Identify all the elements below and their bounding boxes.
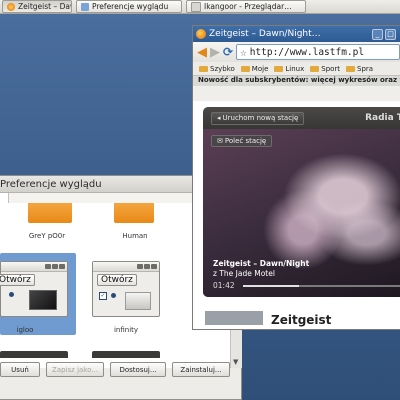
bookmark-item[interactable]: Spra — [346, 65, 373, 73]
recommend-station-button[interactable]: ✉ Poleć stację — [211, 135, 273, 147]
install-button[interactable]: Zainstaluj... — [172, 362, 230, 377]
theme-preview-igloo: Otwórz — [0, 261, 68, 317]
bookmark-item[interactable]: Linux — [274, 65, 304, 73]
forward-arrow-icon[interactable]: ▶ — [210, 45, 220, 60]
tab-stub[interactable] — [0, 193, 9, 203]
page-content: ◂ Uruchom nową stację Radia T ✉ Poleć st… — [193, 101, 400, 329]
browser-window: Zeitgeist – Dawn/Night… _ □ ◀ ▶ ⟳ ☆ http… — [192, 25, 400, 330]
track-artist: z The Jade Motel — [213, 269, 275, 278]
progress-fill — [243, 285, 299, 287]
page-heading: Zeitgeist — [271, 313, 332, 327]
bookmarks-bar: Szybko Moje Linux Sport Spra — [193, 62, 400, 76]
notice-banner[interactable]: Nowość dla subskrybentów: więcej wykresó… — [193, 76, 400, 86]
task-label: Zeitgeist – Dawn/Nig… — [18, 2, 71, 11]
back-arrow-icon[interactable]: ◀ — [197, 45, 207, 60]
folder-icon — [310, 65, 320, 72]
preview-open-button: Otwórz — [0, 274, 35, 286]
maximize-icon[interactable]: □ — [385, 28, 396, 40]
preview-open-button: Otwórz — [97, 274, 137, 286]
theme-preview-human[interactable] — [114, 203, 154, 223]
folder-icon — [199, 65, 208, 72]
radio-player: ◂ Uruchom nową stację Radia T ✉ Poleć st… — [203, 107, 400, 297]
theme-preview-next[interactable] — [92, 351, 160, 358]
theme-preview-infinity: Otwórz ✓ — [92, 261, 160, 317]
firefox-icon — [7, 2, 15, 11]
track-progress[interactable] — [243, 285, 400, 287]
theme-preview-greypoor[interactable] — [28, 203, 72, 223]
save-as-button[interactable]: Zapisz jako... — [46, 362, 104, 377]
back-icon: ◂ — [217, 114, 221, 122]
window-title: Preferencje wyglądu — [0, 178, 102, 190]
window-controls: _ □ — [372, 28, 400, 40]
bookmark-item[interactable]: Moje — [240, 65, 268, 73]
new-station-button[interactable]: ◂ Uruchom nową stację — [211, 111, 305, 125]
bookmark-star-icon[interactable]: ☆ — [240, 46, 247, 59]
browser-titlebar[interactable]: Zeitgeist – Dawn/Night… _ □ — [193, 26, 400, 42]
theme-name: igloo — [16, 326, 34, 334]
player-header: ◂ Uruchom nową stację Radia T — [203, 107, 400, 129]
track-info: Zeitgeist – Dawn/Night z The Jade Motel — [213, 259, 309, 279]
folder-icon — [240, 65, 250, 72]
bookmark-item[interactable]: Sport — [310, 65, 340, 73]
remove-button[interactable]: Usuń — [0, 362, 40, 377]
browser-icon — [191, 1, 201, 12]
track-time: 01:42 — [213, 281, 235, 290]
theme-name: GreY pO0r — [28, 232, 66, 240]
track-title: Zeitgeist – Dawn/Night — [213, 259, 310, 268]
task-browser[interactable]: Ikangoor - Przeglądar… — [186, 0, 306, 13]
thumbnail-image[interactable] — [205, 311, 263, 325]
url-bar[interactable]: ☆ http://www.lastfm.pl — [236, 44, 400, 60]
browser-title: Zeitgeist – Dawn/Night… — [209, 29, 321, 39]
taskbar: Zeitgeist – Dawn/Nig… Preferencje wygląd… — [0, 0, 400, 14]
reload-icon[interactable]: ⟳ — [223, 45, 233, 59]
navigation-bar: ◀ ▶ ⟳ ☆ http://www.lastfm.pl — [193, 42, 400, 62]
folder-icon — [274, 65, 284, 72]
preview-radio — [111, 293, 116, 298]
minimize-icon[interactable]: _ — [372, 28, 383, 40]
preview-titlebar — [93, 262, 159, 272]
appearance-icon — [81, 2, 89, 11]
task-appearance[interactable]: Preferencje wyglądu — [76, 0, 182, 13]
preview-titlebar — [1, 262, 67, 272]
theme-name: infinity — [113, 326, 139, 334]
mail-icon: ✉ — [217, 137, 223, 145]
monitor-icon — [29, 290, 57, 310]
task-firefox[interactable]: Zeitgeist – Dawn/Nig… — [2, 0, 72, 13]
preview-checkbox: ✓ — [99, 292, 107, 300]
scroll-down-icon[interactable]: ▼ — [233, 358, 238, 366]
customize-button[interactable]: Dostosuj... — [110, 362, 166, 377]
drive-icon — [125, 292, 151, 310]
firefox-icon — [196, 29, 206, 39]
folder-icon — [346, 65, 356, 72]
theme-name: Human — [122, 232, 148, 240]
radio-title: Radia T — [365, 113, 400, 123]
task-label: Preferencje wyglądu — [92, 2, 169, 11]
task-label: Ikangoor - Przeglądar… — [204, 2, 292, 11]
bookmark-item[interactable]: Szybko — [199, 65, 235, 73]
url-text: http://www.lastfm.pl — [249, 46, 365, 58]
theme-preview-next[interactable] — [0, 351, 68, 358]
preview-radio — [9, 292, 14, 297]
